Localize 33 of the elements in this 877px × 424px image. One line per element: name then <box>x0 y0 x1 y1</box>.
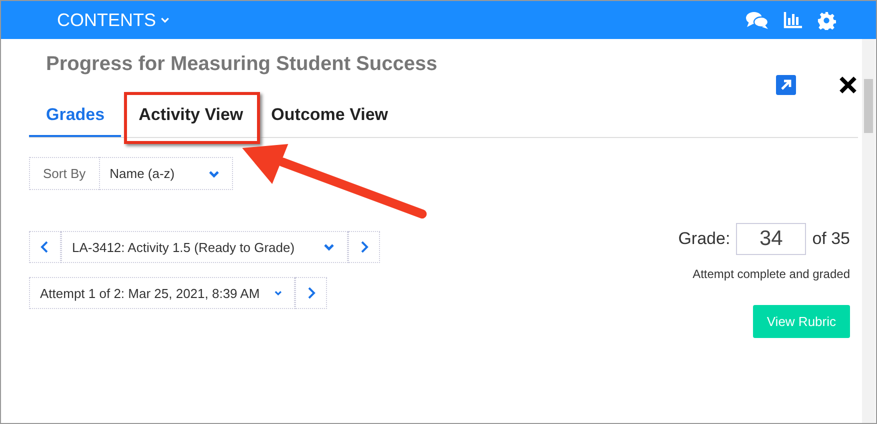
settings-button[interactable] <box>817 10 836 30</box>
grade-total: of 35 <box>812 229 850 249</box>
previous-button[interactable] <box>29 231 61 263</box>
scrollbar[interactable] <box>862 39 875 423</box>
chat-bubbles-icon <box>745 10 769 30</box>
settings-icon <box>817 10 836 30</box>
external-link-icon <box>776 75 796 95</box>
tab[interactable]: Activity View <box>128 97 254 137</box>
chat-button[interactable] <box>745 10 769 30</box>
attempt-dropdown[interactable]: Attempt 1 of 2: Mar 25, 2021, 8:39 AM <box>29 277 295 309</box>
chevron-down-icon <box>323 242 335 252</box>
next-button[interactable] <box>348 231 380 263</box>
activity-dropdown[interactable]: LA-3412: Activity 1.5 (Ready to Grade) <box>61 231 348 263</box>
chevron-down-icon <box>208 168 220 178</box>
close-button[interactable] <box>838 75 858 95</box>
next-button[interactable] <box>295 277 327 309</box>
grade-status: Attempt complete and graded <box>692 267 850 281</box>
close-icon <box>838 75 858 95</box>
chevron-left-icon <box>40 241 50 253</box>
chevron-down-icon <box>274 288 282 298</box>
chevron-right-icon <box>306 287 316 299</box>
bar-chart-icon <box>783 11 803 29</box>
chevron-right-icon <box>359 241 369 253</box>
scrollbar-thumb[interactable] <box>864 79 873 133</box>
caret-icon <box>160 15 170 25</box>
grade-label: Grade: <box>678 229 730 249</box>
sort-dropdown[interactable]: Name (a-z) <box>98 157 233 190</box>
panel-title: Progress for Measuring Student Success <box>46 53 438 76</box>
stats-button[interactable] <box>783 11 803 29</box>
tab[interactable]: Outcome View <box>261 97 398 137</box>
tab[interactable]: Grades <box>29 97 121 137</box>
grade-input[interactable]: 34 <box>736 223 806 255</box>
popout-button[interactable] <box>776 75 796 95</box>
